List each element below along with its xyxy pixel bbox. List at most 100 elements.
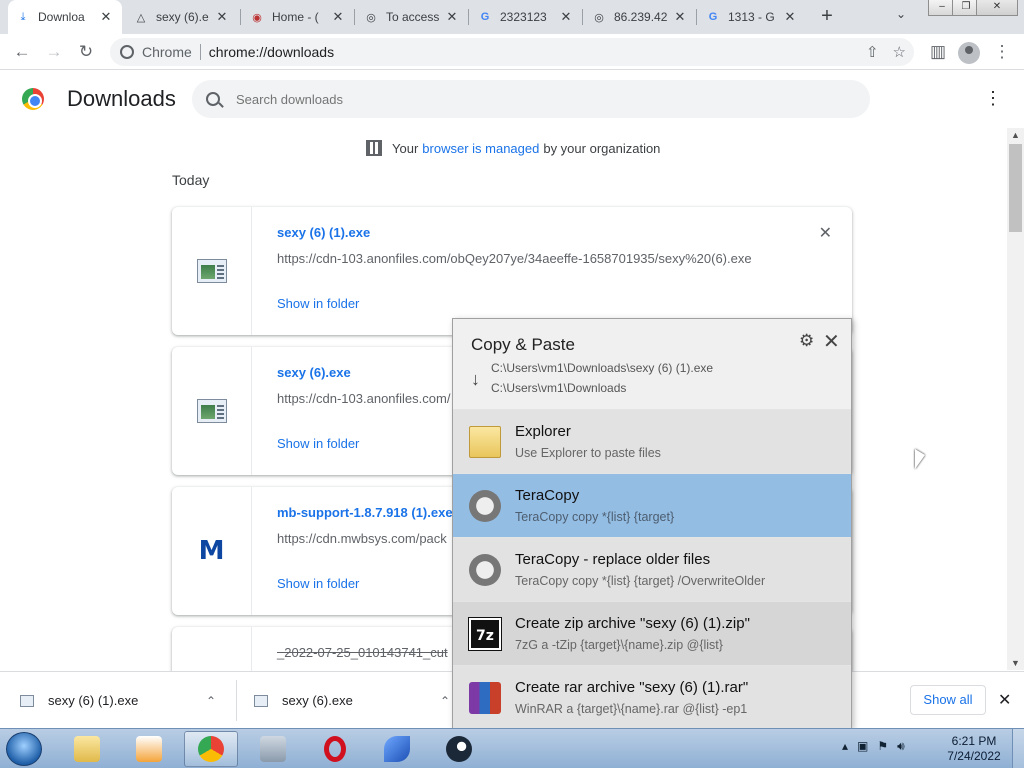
shelf-item[interactable]: sexy (6).exe ⌃ — [254, 672, 454, 729]
network-icon[interactable]: ▣ — [857, 739, 868, 754]
option-teracopy-replace-older[interactable]: TeraCopy - replace older files TeraCopy … — [453, 537, 851, 601]
tab-google-search-2[interactable]: G 1313 - G ✕ — [698, 0, 806, 34]
taskbar-media-player[interactable] — [122, 731, 176, 767]
tab-anonfiles[interactable]: △ sexy (6).e ✕ — [126, 0, 238, 34]
managed-link[interactable]: browser is managed — [422, 141, 539, 156]
tab-close-icon[interactable]: ✕ — [558, 9, 574, 25]
show-all-button[interactable]: Show all — [910, 685, 986, 715]
globe-icon: ◎ — [366, 11, 376, 24]
address-bar[interactable]: Chrome chrome://downloads ⇧ ☆ — [110, 38, 914, 66]
omnibox-actions: ⇧ ☆ — [866, 43, 906, 61]
show-in-folder-link[interactable]: Show in folder — [277, 296, 359, 311]
scroll-up-arrow-icon[interactable]: ▲ — [1011, 130, 1020, 140]
taskbar-chrome[interactable] — [184, 731, 238, 767]
option-create-rar[interactable]: Create rar archive "sexy (6) (1).rar" Wi… — [453, 665, 851, 729]
forward-arrow-icon[interactable]: → — [44, 42, 64, 62]
shelf-close-icon[interactable]: ✕ — [998, 690, 1011, 710]
site-icon: ◉ — [252, 11, 262, 24]
mouse-cursor-icon — [915, 449, 925, 469]
source-url[interactable]: https://cdn.mwbsys.com/pack — [277, 531, 447, 546]
page-scrollbar[interactable]: ▲ ▼ — [1007, 128, 1024, 670]
share-icon[interactable]: ⇧ — [866, 43, 879, 61]
scrollbar-thumb[interactable] — [1009, 144, 1022, 232]
tab-downloads[interactable]: ⤓ Downloa ✕ — [8, 0, 122, 34]
close-icon[interactable]: ✕ — [823, 329, 840, 354]
tab-ip[interactable]: ◎ 86.239.42 ✕ — [584, 0, 696, 34]
tab-search-chevron-icon[interactable]: ⌄ — [896, 7, 906, 21]
chevron-up-icon[interactable]: ⌃ — [206, 694, 216, 708]
google-icon: G — [708, 11, 718, 23]
tray-expand-icon[interactable]: ▴ — [842, 739, 848, 754]
building-icon — [366, 140, 382, 156]
tab-close-icon[interactable]: ✕ — [214, 9, 230, 25]
side-panel-icon[interactable]: ▥ — [928, 42, 948, 62]
search-box[interactable] — [192, 80, 870, 118]
reload-icon[interactable]: ↻ — [76, 42, 96, 62]
anonfiles-icon: △ — [136, 11, 146, 24]
option-desc: Use Explorer to paste files — [515, 446, 661, 460]
gear-icon[interactable]: ⚙ — [799, 331, 814, 351]
show-in-folder-link[interactable]: Show in folder — [277, 436, 359, 451]
show-in-folder-link[interactable]: Show in folder — [277, 576, 359, 591]
chrome-icon — [198, 736, 224, 762]
profile-avatar[interactable] — [958, 42, 980, 64]
start-button[interactable] — [6, 732, 42, 766]
tab-title: Home - ( — [272, 10, 319, 24]
source-url[interactable]: https://cdn-103.anonfiles.com/obQey207ye… — [277, 251, 752, 266]
steam-icon — [446, 736, 472, 762]
option-teracopy[interactable]: TeraCopy TeraCopy copy *{list} {target} — [453, 473, 851, 537]
system-tray: ▴ ▣ ⚑ 🔊︎ — [842, 739, 905, 754]
tab-close-icon[interactable]: ✕ — [782, 9, 798, 25]
feather-app-icon — [384, 736, 410, 762]
chevron-up-icon[interactable]: ⌃ — [440, 694, 450, 708]
file-name-link[interactable]: mb-support-1.8.7.918 (1).exe — [277, 505, 453, 520]
tab-strip: ⤓ Downloa ✕ △ sexy (6).e ✕ ◉ Home - ( ✕ … — [0, 0, 1024, 34]
menu-kebab-icon[interactable]: ⋮ — [992, 42, 1012, 62]
shelf-item[interactable]: sexy (6) (1).exe ⌃ — [20, 672, 230, 729]
taskbar-opera[interactable] — [308, 731, 362, 767]
download-card: sexy (6) (1).exe https://cdn-103.anonfil… — [172, 207, 852, 335]
taskbar-control-panel[interactable] — [246, 731, 300, 767]
site-label: Chrome — [142, 44, 192, 60]
star-icon[interactable]: ☆ — [893, 43, 906, 61]
taskbar-steam[interactable] — [432, 731, 486, 767]
tab-close-icon[interactable]: ✕ — [444, 9, 460, 25]
shelf-item-name: sexy (6) (1).exe — [48, 693, 139, 708]
tab-home[interactable]: ◉ Home - ( ✕ — [242, 0, 354, 34]
new-tab-button[interactable]: + — [816, 5, 838, 27]
site-info-chip[interactable]: Chrome — [120, 44, 192, 60]
managed-notice: Your browser is managed by your organiza… — [366, 140, 660, 156]
tab-title: sexy (6).e — [156, 10, 209, 24]
show-desktop-button[interactable] — [1012, 729, 1024, 768]
tab-google-search-1[interactable]: G 2323123 ✕ — [470, 0, 582, 34]
search-input[interactable] — [236, 91, 836, 107]
tab-close-icon[interactable]: ✕ — [98, 9, 114, 25]
url-text[interactable]: chrome://downloads — [209, 44, 334, 60]
exe-file-icon — [20, 694, 34, 707]
back-arrow-icon[interactable]: ← — [12, 42, 32, 62]
scroll-down-arrow-icon[interactable]: ▼ — [1011, 658, 1020, 668]
tab-close-icon[interactable]: ✕ — [672, 9, 688, 25]
downloads-menu-icon[interactable]: ⋮ — [984, 88, 1002, 109]
close-window-button[interactable]: ✕ — [976, 0, 1018, 16]
tab-to-access[interactable]: ◎ To access ✕ — [356, 0, 468, 34]
clock-time: 6:21 PM — [951, 734, 997, 748]
option-explorer[interactable]: Explorer Use Explorer to paste files — [453, 409, 851, 473]
file-icon-column — [172, 627, 252, 671]
managed-prefix: Your — [392, 140, 419, 156]
taskbar-explorer[interactable] — [60, 731, 114, 767]
volume-icon[interactable]: 🔊︎ — [897, 739, 905, 754]
file-name-link[interactable]: sexy (6) (1).exe — [277, 225, 370, 240]
file-icon-column: M — [172, 487, 252, 615]
source-url[interactable]: https://cdn-103.anonfiles.com/ — [277, 391, 450, 406]
shelf-item-name: sexy (6).exe — [282, 693, 353, 708]
winrar-icon — [469, 682, 501, 714]
tab-close-icon[interactable]: ✕ — [330, 9, 346, 25]
remove-download-close-icon[interactable]: ✕ — [819, 223, 832, 243]
action-center-flag-icon[interactable]: ⚑ — [877, 739, 888, 754]
system-clock[interactable]: 6:21 PM 7/24/2022 — [942, 734, 1006, 764]
shelf-divider — [236, 680, 237, 721]
option-create-zip[interactable]: 7z Create zip archive "sexy (6) (1).zip"… — [453, 601, 851, 665]
file-name-link[interactable]: sexy (6).exe — [277, 365, 351, 380]
taskbar-app[interactable] — [370, 731, 424, 767]
